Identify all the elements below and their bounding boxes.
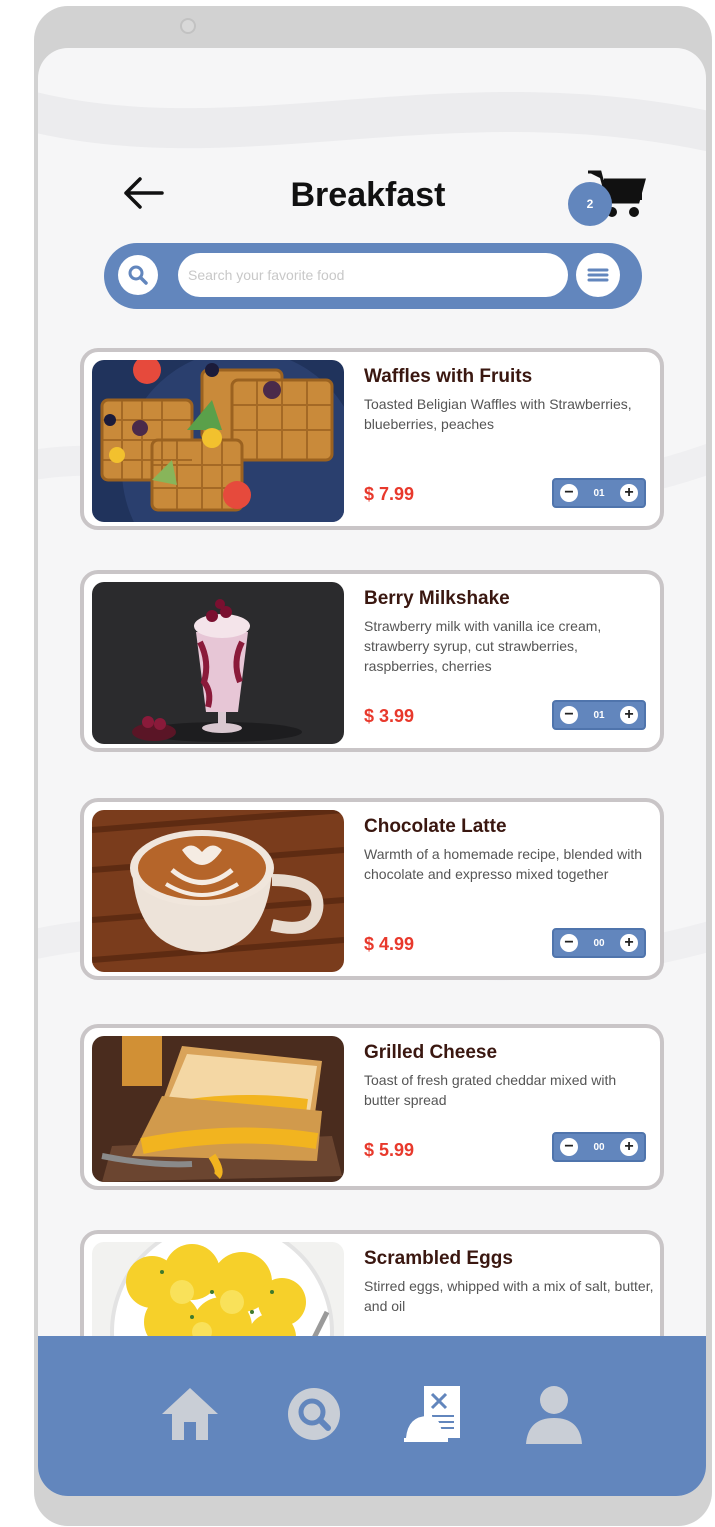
search-bar <box>104 243 642 309</box>
food-name: Grilled Cheese <box>364 1042 498 1063</box>
plus-icon[interactable]: + <box>620 484 638 502</box>
quantity-stepper: − 01 + <box>552 700 646 730</box>
quantity-stepper: − 00 + <box>552 928 646 958</box>
food-price: $ 5.99 <box>364 1140 415 1160</box>
menu-dish-icon <box>404 1386 460 1442</box>
plus-icon[interactable]: + <box>620 706 638 724</box>
quantity-value: 01 <box>593 709 605 721</box>
food-name: Scrambled Eggs <box>364 1248 513 1269</box>
cart-count-badge: 2 <box>568 182 612 226</box>
plus-icon[interactable]: + <box>620 934 638 952</box>
quantity-stepper: − 01 + <box>552 478 646 508</box>
page-title: Breakfast <box>290 176 446 214</box>
minus-icon[interactable]: − <box>560 706 578 724</box>
search-icon <box>128 265 148 285</box>
food-card[interactable]: Berry Milkshake Strawberry milk with van… <box>80 570 664 752</box>
food-price: $ 3.99 <box>364 706 415 726</box>
home-icon <box>162 1388 218 1440</box>
nav-menu[interactable] <box>402 1382 466 1446</box>
nav-profile[interactable] <box>522 1382 586 1446</box>
quantity-value: 00 <box>593 937 605 949</box>
food-name: Chocolate Latte <box>364 816 507 837</box>
food-card[interactable]: Grilled Cheese Toast of fresh grated che… <box>80 1024 664 1190</box>
food-name: Waffles with Fruits <box>364 366 533 387</box>
food-description: Toast of fresh grated cheddar mixed with… <box>364 1072 617 1108</box>
nav-home[interactable] <box>158 1382 222 1446</box>
arrow-left-icon <box>124 177 164 209</box>
food-description: Toasted Beligian Waffles with Strawberri… <box>364 396 632 432</box>
berry-milkshake-image <box>92 582 344 744</box>
food-card[interactable]: Waffles with Fruits Toasted Beligian Waf… <box>80 348 664 530</box>
minus-icon[interactable]: − <box>560 934 578 952</box>
bottom-navigation <box>38 1336 706 1496</box>
food-description: Stirred eggs, whipped with a mix of salt… <box>364 1278 654 1314</box>
search-input[interactable] <box>178 253 568 297</box>
grilled-cheese-sandwich-image <box>92 1036 344 1182</box>
food-description: Strawberry milk with vanilla ice cream, … <box>364 618 602 674</box>
food-price: $ 4.99 <box>364 934 415 954</box>
filter-icon <box>587 268 609 282</box>
back-button[interactable] <box>118 173 168 213</box>
search-icon <box>288 1388 340 1440</box>
search-button[interactable] <box>118 255 158 295</box>
latte-art-cup-image <box>92 810 344 972</box>
food-name: Berry Milkshake <box>364 588 510 609</box>
food-description: Warmth of a homemade recipe, blended wit… <box>364 846 643 882</box>
waffles-with-fruits-image <box>92 360 344 522</box>
minus-icon[interactable]: − <box>560 1138 578 1156</box>
minus-icon[interactable]: − <box>560 484 578 502</box>
food-price: $ 7.99 <box>364 484 415 504</box>
quantity-value: 00 <box>593 1141 605 1153</box>
nav-search[interactable] <box>282 1382 346 1446</box>
app-screen: Breakfast 2 Search your favorite food Wa… <box>38 48 706 1496</box>
filter-button[interactable] <box>576 253 620 297</box>
food-card[interactable]: Chocolate Latte Warmth of a homemade rec… <box>80 798 664 980</box>
phone-frame: Breakfast 2 Search your favorite food Wa… <box>34 6 712 1526</box>
camera-icon <box>180 18 196 34</box>
quantity-value: 01 <box>593 487 605 499</box>
plus-icon[interactable]: + <box>620 1138 638 1156</box>
profile-icon <box>526 1386 582 1444</box>
quantity-stepper: − 00 + <box>552 1132 646 1162</box>
